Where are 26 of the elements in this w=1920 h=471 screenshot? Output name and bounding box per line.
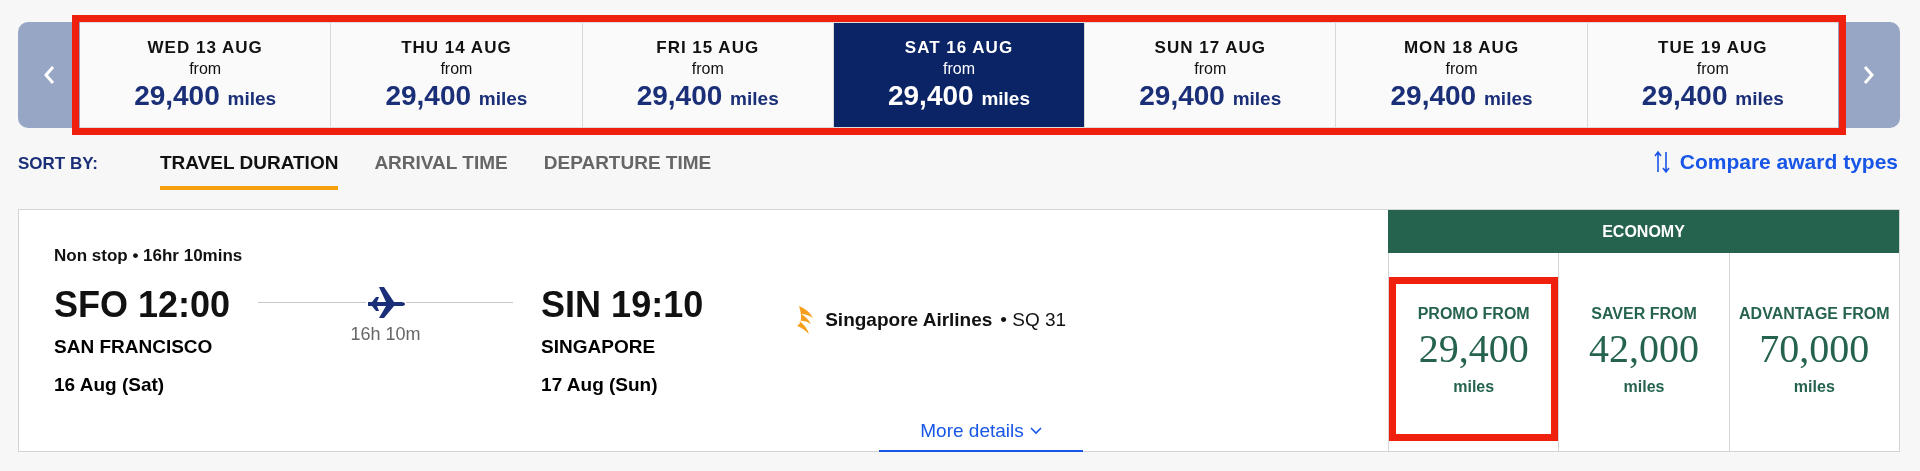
chevron-right-icon [1862, 64, 1876, 86]
arrival-date: 17 Aug (Sun) [541, 374, 659, 396]
next-button[interactable] [1838, 22, 1900, 128]
flight-number: • SQ 31 [1000, 309, 1067, 331]
more-details-link[interactable]: More details [879, 419, 1083, 452]
date-tab[interactable]: SAT 16 AUG from 29,400 miles [833, 23, 1086, 127]
sort-tab[interactable]: TRAVEL DURATION [160, 150, 339, 190]
departure-city: SAN FRANCISCO [54, 336, 214, 358]
chevron-left-icon [42, 64, 56, 86]
chevron-down-icon [1029, 427, 1042, 435]
swap-arrows-icon [1653, 150, 1670, 174]
departure-date: 16 Aug (Sat) [54, 374, 166, 396]
flight-summary: Non stop • 16hr 10mins [54, 246, 244, 266]
fare-option[interactable]: SAVER FROM 42,000 miles [1558, 253, 1729, 451]
departure-time: SFO 12:00 [54, 284, 231, 326]
fare-option[interactable]: ADVANTAGE FROM 70,000 miles [1728, 253, 1899, 451]
compare-link[interactable]: Compare award types [1653, 150, 1898, 174]
airline-name: Singapore Airlines [825, 309, 993, 331]
cabin-header: ECONOMY [1388, 210, 1899, 253]
fare-option[interactable]: PROMO FROM 29,400 miles [1388, 253, 1559, 451]
sort-tab[interactable]: ARRIVAL TIME [374, 150, 508, 190]
arrival-time: SIN 19:10 [541, 284, 704, 326]
sort-label: SORT BY: [18, 154, 99, 174]
sort-tab[interactable]: DEPARTURE TIME [543, 150, 712, 190]
arrival-city: SINGAPORE [541, 336, 657, 358]
flight-duration: 16h 10m [350, 324, 421, 345]
